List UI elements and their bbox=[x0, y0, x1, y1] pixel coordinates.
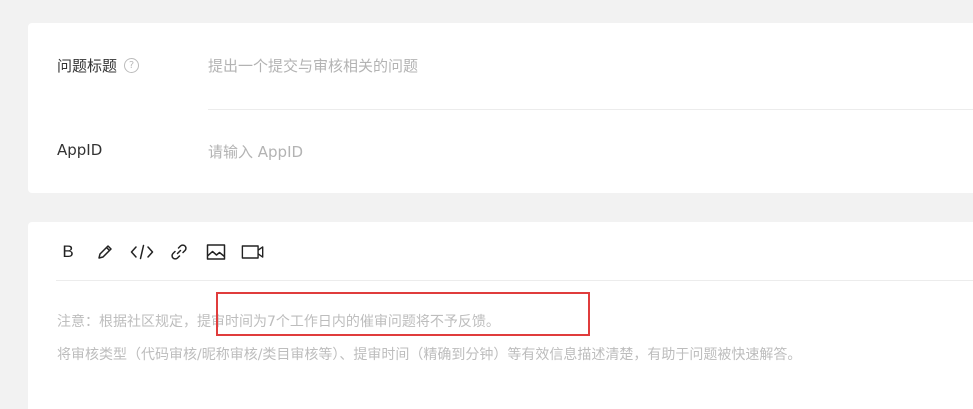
toolbar-divider bbox=[56, 280, 973, 281]
title-field-label: 问题标题 ? bbox=[57, 55, 140, 76]
appid-field-label: AppID bbox=[57, 141, 102, 159]
title-label-text: 问题标题 bbox=[57, 57, 118, 75]
annotation-highlight-box bbox=[216, 292, 590, 336]
editor-placeholder-line-2: 将审核类型（代码审核/昵称审核/类目审核等）、提审时间（精确到分钟）等有效信息描… bbox=[57, 347, 802, 363]
appid-input[interactable] bbox=[208, 139, 908, 165]
question-title-input[interactable] bbox=[208, 53, 908, 79]
link-icon[interactable] bbox=[167, 240, 191, 264]
pencil-icon[interactable] bbox=[93, 240, 117, 264]
question-form-card: 问题标题 ? AppID bbox=[28, 23, 973, 193]
code-icon[interactable] bbox=[130, 240, 154, 264]
editor-toolbar: B bbox=[56, 240, 278, 264]
bold-icon[interactable]: B bbox=[56, 240, 80, 264]
appid-label-text: AppID bbox=[57, 141, 103, 159]
form-divider bbox=[208, 109, 973, 110]
image-icon[interactable] bbox=[204, 240, 228, 264]
video-icon[interactable] bbox=[241, 240, 265, 264]
help-circle-icon[interactable]: ? bbox=[124, 58, 140, 73]
rich-text-editor: B 注意：根据社区规定，提审时间为7个工作日内的催审问题将不予反馈。 将审核类型… bbox=[28, 222, 973, 409]
notice-prefix: 注意：根据社区规定， bbox=[57, 314, 197, 330]
